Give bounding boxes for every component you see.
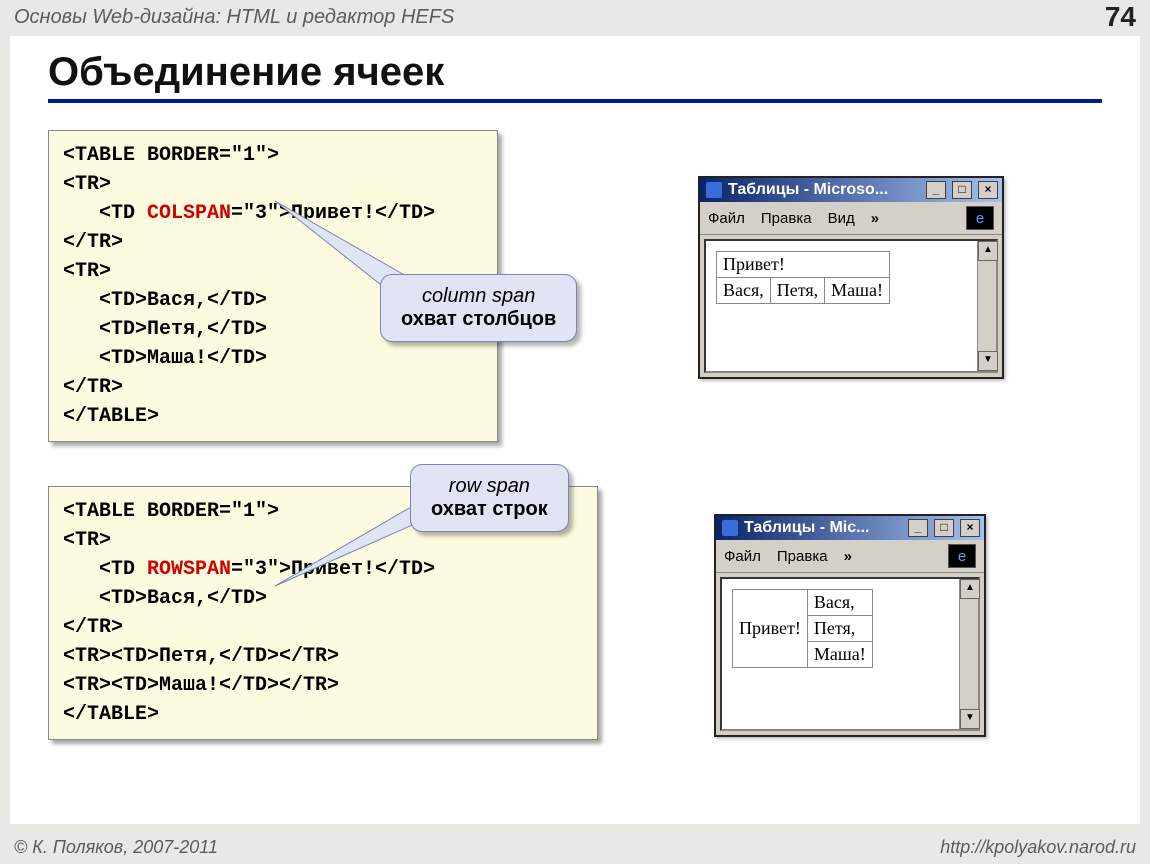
scrollbar-vertical[interactable]: ▲ ▼ (977, 241, 996, 371)
window-title-text: Таблицы - Microso... (728, 181, 888, 199)
menu-view[interactable]: Вид (828, 210, 855, 227)
window-viewport: Привет! Вася, Петя, Маша! ▲ ▼ (704, 239, 998, 373)
code-block-colspan: <TABLE BORDER="1"> <TR> <TD COLSPAN="3">… (48, 130, 498, 442)
menu-edit[interactable]: Правка (761, 210, 812, 227)
cell: Петя, (807, 616, 872, 642)
menu-more[interactable]: » (871, 210, 879, 227)
cell: Маша! (807, 642, 872, 668)
window-menubar[interactable]: Файл Правка Вид » e (700, 202, 1002, 235)
cell-merged: Привет! (717, 252, 890, 278)
scroll-up-icon[interactable]: ▲ (978, 241, 998, 261)
ie-throbber-icon: e (966, 206, 994, 230)
page-number: 74 (1105, 1, 1136, 33)
cell-merged: Привет! (733, 590, 808, 668)
menu-more[interactable]: » (844, 548, 852, 565)
cell: Вася, (807, 590, 872, 616)
browser-window-2: Таблицы - Mic... _ □ × Файл Правка » e П… (714, 514, 986, 737)
menu-file[interactable]: Файл (724, 548, 761, 565)
cell: Петя, (770, 278, 824, 304)
code-block-rowspan: <TABLE BORDER="1"> <TR> <TD ROWSPAN="3">… (48, 486, 598, 740)
keyword-rowspan: ROWSPAN (147, 558, 231, 581)
document-header: Основы Web-дизайна: HTML и редактор HEFS… (0, 0, 1150, 34)
window-title-text: Таблицы - Mic... (744, 519, 869, 537)
browser-window-1: Таблицы - Microso... _ □ × Файл Правка В… (698, 176, 1004, 379)
document-footer: © К. Поляков, 2007-2011 http://kpolyakov… (0, 830, 1150, 864)
minimize-button[interactable]: _ (926, 181, 946, 199)
menu-edit[interactable]: Правка (777, 548, 828, 565)
close-button[interactable]: × (960, 519, 980, 537)
slide-title: Объединение ячеек (48, 50, 1140, 95)
slide-body: Объединение ячеек <TABLE BORDER="1"> <TR… (10, 36, 1140, 824)
window-titlebar[interactable]: Таблицы - Mic... _ □ × (716, 516, 984, 540)
maximize-button[interactable]: □ (934, 519, 954, 537)
menu-file[interactable]: Файл (708, 210, 745, 227)
scrollbar-vertical[interactable]: ▲ ▼ (959, 579, 978, 729)
footer-url: http://kpolyakov.narod.ru (940, 837, 1136, 858)
ie-icon (722, 520, 738, 536)
title-rule (48, 99, 1102, 103)
scroll-down-icon[interactable]: ▼ (960, 709, 980, 729)
demo-table-colspan: Привет! Вася, Петя, Маша! (716, 251, 890, 304)
cell: Маша! (825, 278, 890, 304)
scroll-down-icon[interactable]: ▼ (978, 351, 998, 371)
header-title: Основы Web-дизайна: HTML и редактор HEFS (14, 6, 454, 29)
maximize-button[interactable]: □ (952, 181, 972, 199)
close-button[interactable]: × (978, 181, 998, 199)
scroll-up-icon[interactable]: ▲ (960, 579, 980, 599)
window-menubar[interactable]: Файл Правка » e (716, 540, 984, 573)
footer-copyright: © К. Поляков, 2007-2011 (14, 837, 218, 858)
cell: Вася, (717, 278, 771, 304)
window-viewport: Привет! Вася, Петя, Маша! ▲ ▼ (720, 577, 980, 731)
window-titlebar[interactable]: Таблицы - Microso... _ □ × (700, 178, 1002, 202)
minimize-button[interactable]: _ (908, 519, 928, 537)
demo-table-rowspan: Привет! Вася, Петя, Маша! (732, 589, 873, 668)
ie-icon (706, 182, 722, 198)
keyword-colspan: COLSPAN (147, 202, 231, 225)
ie-throbber-icon: e (948, 544, 976, 568)
